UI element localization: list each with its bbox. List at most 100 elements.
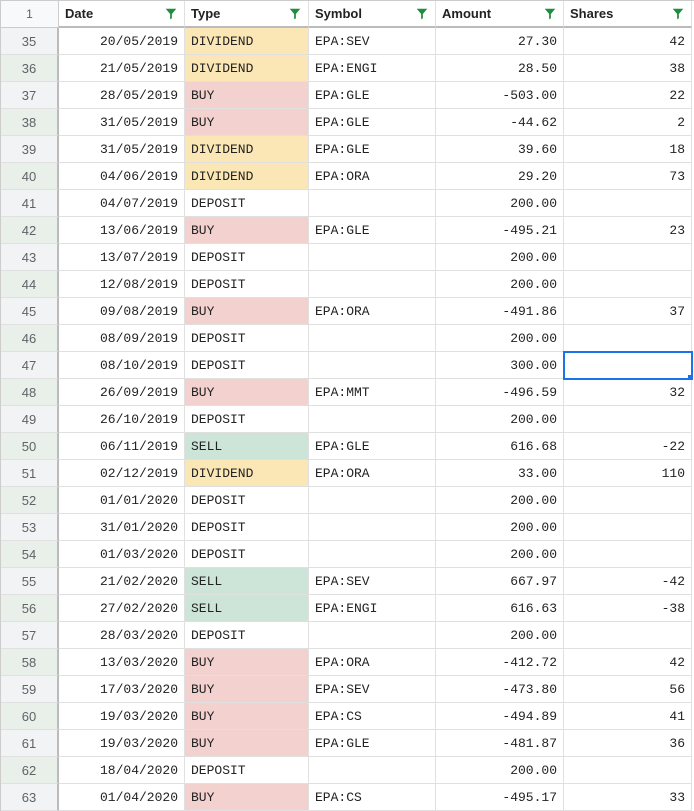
filter-icon[interactable]: [415, 7, 429, 21]
cell-type[interactable]: DEPOSIT: [185, 244, 309, 271]
cell-symbol[interactable]: EPA:ORA: [309, 649, 436, 676]
row-header[interactable]: 46: [1, 325, 59, 352]
cell-symbol[interactable]: EPA:SEV: [309, 568, 436, 595]
row-header[interactable]: 44: [1, 271, 59, 298]
cell-shares[interactable]: -38: [564, 595, 692, 622]
cell-type[interactable]: DEPOSIT: [185, 487, 309, 514]
cell-symbol[interactable]: EPA:CS: [309, 784, 436, 811]
cell-shares[interactable]: [564, 406, 692, 433]
cell-date[interactable]: 31/05/2019: [59, 109, 185, 136]
cell-shares[interactable]: [564, 244, 692, 271]
cell-type[interactable]: DIVIDEND: [185, 55, 309, 82]
cell-shares[interactable]: 32: [564, 379, 692, 406]
cell-amount[interactable]: 667.97: [436, 568, 564, 595]
cell-type[interactable]: BUY: [185, 217, 309, 244]
row-header[interactable]: 38: [1, 109, 59, 136]
cell-symbol[interactable]: EPA:ORA: [309, 460, 436, 487]
cell-shares[interactable]: 22: [564, 82, 692, 109]
cell-type[interactable]: BUY: [185, 298, 309, 325]
cell-type[interactable]: BUY: [185, 730, 309, 757]
cell-date[interactable]: 02/12/2019: [59, 460, 185, 487]
row-header[interactable]: 62: [1, 757, 59, 784]
column-header-symbol[interactable]: Symbol: [309, 1, 436, 28]
cell-date[interactable]: 01/03/2020: [59, 541, 185, 568]
cell-amount[interactable]: 616.68: [436, 433, 564, 460]
cell-shares[interactable]: [564, 487, 692, 514]
cell-amount[interactable]: -44.62: [436, 109, 564, 136]
cell-symbol[interactable]: [309, 487, 436, 514]
cell-amount[interactable]: 200.00: [436, 757, 564, 784]
cell-symbol[interactable]: [309, 271, 436, 298]
cell-type[interactable]: BUY: [185, 82, 309, 109]
filter-icon[interactable]: [543, 7, 557, 21]
cell-symbol[interactable]: EPA:CS: [309, 703, 436, 730]
cell-symbol[interactable]: EPA:GLE: [309, 82, 436, 109]
row-header[interactable]: 42: [1, 217, 59, 244]
cell-amount[interactable]: 200.00: [436, 514, 564, 541]
filter-icon[interactable]: [164, 7, 178, 21]
cell-symbol[interactable]: EPA:SEV: [309, 28, 436, 55]
column-header-type[interactable]: Type: [185, 1, 309, 28]
cell-amount[interactable]: -491.86: [436, 298, 564, 325]
cell-symbol[interactable]: EPA:GLE: [309, 136, 436, 163]
cell-symbol[interactable]: [309, 622, 436, 649]
cell-shares[interactable]: [564, 271, 692, 298]
cell-amount[interactable]: -503.00: [436, 82, 564, 109]
row-header[interactable]: 39: [1, 136, 59, 163]
cell-type[interactable]: DIVIDEND: [185, 136, 309, 163]
cell-type[interactable]: DIVIDEND: [185, 163, 309, 190]
cell-amount[interactable]: 200.00: [436, 271, 564, 298]
cell-date[interactable]: 01/04/2020: [59, 784, 185, 811]
cell-date[interactable]: 27/02/2020: [59, 595, 185, 622]
cell-date[interactable]: 13/06/2019: [59, 217, 185, 244]
cell-symbol[interactable]: EPA:ENGI: [309, 55, 436, 82]
cell-type[interactable]: BUY: [185, 379, 309, 406]
row-header[interactable]: 56: [1, 595, 59, 622]
cell-amount[interactable]: 200.00: [436, 244, 564, 271]
cell-amount[interactable]: 27.30: [436, 28, 564, 55]
row-header[interactable]: 37: [1, 82, 59, 109]
cell-type[interactable]: DEPOSIT: [185, 325, 309, 352]
cell-amount[interactable]: 200.00: [436, 190, 564, 217]
row-header[interactable]: 40: [1, 163, 59, 190]
cell-amount[interactable]: -473.80: [436, 676, 564, 703]
cell-amount[interactable]: 39.60: [436, 136, 564, 163]
filter-icon[interactable]: [671, 7, 685, 21]
cell-type[interactable]: DEPOSIT: [185, 514, 309, 541]
row-header[interactable]: 51: [1, 460, 59, 487]
cell-type[interactable]: DEPOSIT: [185, 622, 309, 649]
cell-symbol[interactable]: [309, 757, 436, 784]
row-header[interactable]: 58: [1, 649, 59, 676]
cell-shares[interactable]: [564, 514, 692, 541]
cell-symbol[interactable]: EPA:ORA: [309, 298, 436, 325]
cell-date[interactable]: 04/06/2019: [59, 163, 185, 190]
cell-shares[interactable]: 33: [564, 784, 692, 811]
cell-amount[interactable]: -481.87: [436, 730, 564, 757]
cell-type[interactable]: SELL: [185, 568, 309, 595]
cell-type[interactable]: BUY: [185, 676, 309, 703]
row-header[interactable]: 52: [1, 487, 59, 514]
cell-shares[interactable]: 37: [564, 298, 692, 325]
column-header-amount[interactable]: Amount: [436, 1, 564, 28]
cell-date[interactable]: 19/03/2020: [59, 730, 185, 757]
cell-symbol[interactable]: [309, 352, 436, 379]
row-header[interactable]: 48: [1, 379, 59, 406]
row-header[interactable]: 53: [1, 514, 59, 541]
row-header[interactable]: 59: [1, 676, 59, 703]
cell-symbol[interactable]: [309, 514, 436, 541]
cell-type[interactable]: BUY: [185, 109, 309, 136]
cell-amount[interactable]: 29.20: [436, 163, 564, 190]
cell-type[interactable]: DEPOSIT: [185, 406, 309, 433]
cell-symbol[interactable]: [309, 325, 436, 352]
row-header[interactable]: 36: [1, 55, 59, 82]
cell-type[interactable]: DEPOSIT: [185, 352, 309, 379]
cell-shares[interactable]: -42: [564, 568, 692, 595]
cell-amount[interactable]: 300.00: [436, 352, 564, 379]
cell-shares[interactable]: [564, 757, 692, 784]
cell-shares[interactable]: 56: [564, 676, 692, 703]
cell-date[interactable]: 21/02/2020: [59, 568, 185, 595]
cell-date[interactable]: 01/01/2020: [59, 487, 185, 514]
cell-shares[interactable]: 18: [564, 136, 692, 163]
row-header[interactable]: 45: [1, 298, 59, 325]
row-header[interactable]: 57: [1, 622, 59, 649]
